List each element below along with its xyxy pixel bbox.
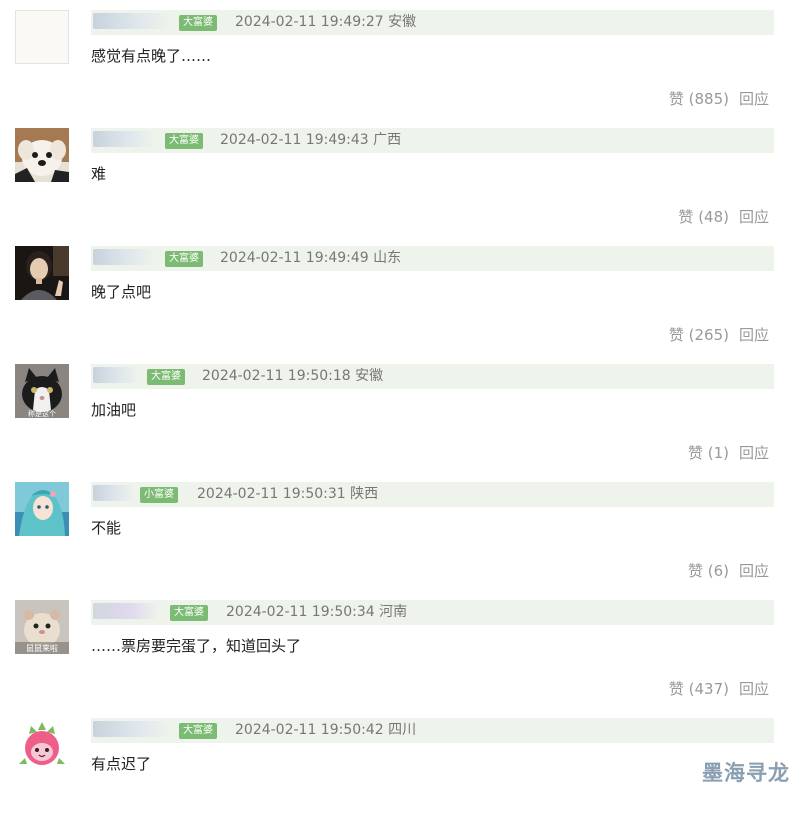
reply-button[interactable]: 回应 [739, 444, 769, 462]
anime-avatar-icon[interactable] [15, 482, 69, 536]
status-badge: 大富婆 [147, 369, 185, 385]
comment-item: 大富婆 2024-02-11 19:50:42 四川 有点迟了 [0, 708, 804, 826]
comment-item: 大富婆 2024-02-11 19:49:43 广西 难 赞 (48) 回应 [0, 118, 804, 236]
reply-button[interactable]: 回应 [739, 562, 769, 580]
avatar-caption: 称是这个 [28, 409, 56, 418]
username[interactable] [93, 249, 155, 265]
status-badge: 大富婆 [170, 605, 208, 621]
username[interactable] [93, 131, 155, 147]
comment-item: 大富婆 2024-02-11 19:49:49 山东 晚了点吧 赞 (265) 回… [0, 236, 804, 354]
blank-avatar-icon[interactable] [15, 10, 69, 64]
like-count: (6) [707, 562, 729, 580]
username[interactable] [93, 603, 159, 619]
like-label: 赞 [687, 444, 703, 462]
puppy-avatar-icon[interactable] [15, 128, 69, 182]
comment-item: 鼠鼠来啦 大富婆 2024-02-11 19:50:34 河南 ……票房要完蛋了… [0, 590, 804, 708]
like-label: 赞 [678, 208, 694, 226]
comment-text: 难 [91, 165, 107, 183]
comment-text: 感觉有点晚了…… [91, 47, 212, 65]
username[interactable] [93, 485, 135, 501]
watermark: 墨海寻龙 [702, 761, 790, 785]
comment-item: 大富婆 2024-02-11 19:49:27 安徽 感觉有点晚了…… 赞 (8… [0, 0, 804, 118]
like-button[interactable]: 赞 (1) [688, 444, 729, 462]
comment-text: 加油吧 [91, 401, 137, 419]
status-badge: 大富婆 [179, 15, 217, 31]
like-count: (437) [688, 680, 729, 698]
like-button[interactable]: 赞 (437) [669, 680, 729, 698]
comment-meta: 大富婆 2024-02-11 19:49:27 安徽 [91, 10, 774, 35]
comment-text: 有点迟了 [91, 755, 152, 773]
timestamp-location: 2024-02-11 19:50:31 陕西 [197, 486, 379, 502]
timestamp-location: 2024-02-11 19:50:18 安徽 [202, 368, 384, 384]
comment-text: 晚了点吧 [91, 283, 152, 301]
reply-button[interactable]: 回应 [739, 326, 769, 344]
username[interactable] [93, 13, 171, 29]
comment-actions: 赞 (885) 回应 [669, 88, 769, 109]
like-button[interactable]: 赞 (6) [688, 562, 729, 580]
reply-button[interactable]: 回应 [739, 90, 769, 108]
like-label: 赞 [668, 326, 684, 344]
comment-meta: 大富婆 2024-02-11 19:49:43 广西 [91, 128, 774, 153]
comment-text: ……票房要完蛋了，知道回头了 [91, 637, 302, 655]
reply-button[interactable]: 回应 [739, 208, 769, 226]
timestamp-location: 2024-02-11 19:50:42 四川 [235, 722, 417, 738]
comment-actions: 赞 (1) 回应 [688, 442, 769, 463]
comment-meta: 大富婆 2024-02-11 19:49:49 山东 [91, 246, 774, 271]
like-label: 赞 [687, 562, 703, 580]
cat-avatar-icon[interactable]: 称是这个 [15, 364, 69, 418]
like-count: (265) [688, 326, 729, 344]
status-badge: 大富婆 [165, 251, 203, 267]
like-button[interactable]: 赞 (265) [669, 326, 729, 344]
woman-avatar-icon[interactable] [15, 246, 69, 300]
comment-actions: 赞 (6) 回应 [688, 560, 769, 581]
comment-meta: 小富婆 2024-02-11 19:50:31 陕西 [91, 482, 774, 507]
timestamp-location: 2024-02-11 19:50:34 河南 [226, 604, 408, 620]
reply-button[interactable]: 回应 [739, 680, 769, 698]
like-count: (1) [707, 444, 729, 462]
like-label: 赞 [668, 680, 684, 698]
username[interactable] [93, 721, 171, 737]
timestamp-location: 2024-02-11 19:49:49 山东 [220, 250, 402, 266]
like-count: (885) [688, 90, 729, 108]
timestamp-location: 2024-02-11 19:49:43 广西 [220, 132, 402, 148]
timestamp-location: 2024-02-11 19:49:27 安徽 [235, 14, 417, 30]
like-button[interactable]: 赞 (885) [669, 90, 729, 108]
comment-item: 称是这个 大富婆 2024-02-11 19:50:18 安徽 加油吧 赞 (1… [0, 354, 804, 472]
comment-actions: 赞 (437) 回应 [669, 678, 769, 699]
like-label: 赞 [668, 90, 684, 108]
avatar-caption: 鼠鼠来啦 [26, 643, 58, 653]
comment-actions: 赞 (48) 回应 [678, 206, 769, 227]
comment-actions: 赞 (265) 回应 [669, 324, 769, 345]
comment-meta: 大富婆 2024-02-11 19:50:42 四川 [91, 718, 774, 743]
like-count: (48) [698, 208, 729, 226]
comment-item: 小富婆 2024-02-11 19:50:31 陕西 不能 赞 (6) 回应 [0, 472, 804, 590]
comment-text: 不能 [91, 519, 122, 537]
status-badge: 小富婆 [140, 487, 178, 503]
dragonfruit-avatar-icon[interactable] [15, 718, 69, 772]
hamster-avatar-icon[interactable]: 鼠鼠来啦 [15, 600, 69, 654]
status-badge: 大富婆 [165, 133, 203, 149]
status-badge: 大富婆 [179, 723, 217, 739]
like-button[interactable]: 赞 (48) [678, 208, 729, 226]
comment-meta: 大富婆 2024-02-11 19:50:18 安徽 [91, 364, 774, 389]
username[interactable] [93, 367, 139, 383]
comment-meta: 大富婆 2024-02-11 19:50:34 河南 [91, 600, 774, 625]
